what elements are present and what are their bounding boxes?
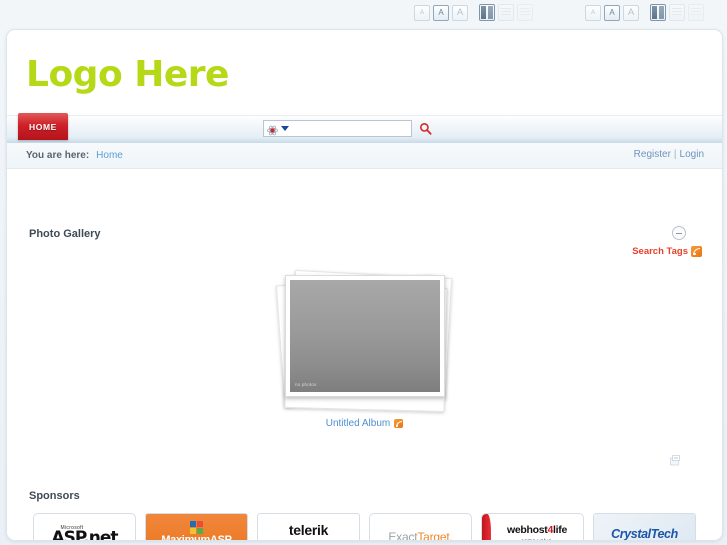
text-size-medium-label: A bbox=[438, 7, 444, 17]
sponsor-maximumasp[interactable]: MaximumASP smart hosting. smart choice. bbox=[145, 513, 248, 541]
crystaltech-logo: CrystalTech DotNetNuke Hosting bbox=[594, 514, 695, 542]
webhost4life-accent-bar bbox=[482, 514, 491, 540]
search-tags-label: Search Tags bbox=[632, 246, 688, 257]
search-icon[interactable] bbox=[419, 122, 432, 135]
sponsors-title: Sponsors bbox=[29, 490, 80, 502]
search-area bbox=[263, 120, 432, 137]
maximumasp-mark-icon bbox=[190, 521, 203, 535]
album-title-row: Untitled Album bbox=[326, 418, 404, 429]
sponsor-aspnet[interactable]: Microsoft ASP.net bbox=[33, 513, 136, 541]
breadcrumb-item-home[interactable]: Home bbox=[96, 150, 123, 161]
print-page-icon[interactable] bbox=[670, 453, 682, 466]
sponsor-webhost4life[interactable]: webhost4life same value, much better pri… bbox=[481, 513, 584, 540]
album-cover-frame[interactable]: no photos bbox=[285, 275, 445, 397]
text-size-small-button[interactable]: A bbox=[414, 4, 430, 21]
text-size-medium-button-2[interactable]: A bbox=[604, 4, 620, 21]
rss-feed-icon[interactable] bbox=[691, 246, 702, 257]
search-box[interactable] bbox=[263, 120, 412, 137]
breadcrumb-bar: You are here: Home Register | Login bbox=[7, 143, 722, 169]
sponsor-exacttarget[interactable]: ExactTarget. bbox=[369, 513, 472, 541]
page-root: A A A A A A Logo Here HOME You are here:… bbox=[0, 0, 727, 545]
webhost4life-text: webhost4life same value, much better pri… bbox=[491, 520, 583, 540]
crystaltech-label: CrystalTech bbox=[611, 526, 678, 541]
main-navigation-bar: HOME bbox=[7, 113, 722, 145]
text-size-medium-button[interactable]: A bbox=[433, 4, 449, 21]
text-size-large-label-2: A bbox=[627, 6, 635, 18]
maximumasp-logo: MaximumASP smart hosting. smart choice. bbox=[146, 514, 247, 541]
text-size-small-label: A bbox=[419, 9, 424, 16]
nav-item-home[interactable]: HOME bbox=[18, 113, 68, 140]
sponsors-grid: Microsoft ASP.net MaximumASP smart hosti… bbox=[33, 513, 705, 542]
text-size-small-label-2: A bbox=[590, 9, 595, 16]
login-link[interactable]: Login bbox=[680, 149, 704, 160]
layout-width-full-button[interactable] bbox=[517, 4, 533, 21]
text-size-large-button[interactable]: A bbox=[452, 4, 468, 21]
aspnet-label: ASP.net bbox=[51, 528, 119, 541]
layout-width-wide-button-2[interactable] bbox=[669, 4, 685, 21]
webhost4life-label-c: life bbox=[553, 524, 568, 537]
account-separator: | bbox=[673, 149, 677, 160]
telerik-rule bbox=[279, 540, 337, 541]
album-rss-feed-icon[interactable] bbox=[394, 419, 404, 428]
collapse-minus-icon[interactable] bbox=[672, 226, 686, 240]
crystaltech-sublabel: DotNetNuke Hosting bbox=[618, 541, 672, 542]
layout-width-fixed-button[interactable] bbox=[479, 4, 495, 21]
webhost4life-sublabel-1: same value, bbox=[491, 539, 583, 540]
text-size-medium-label-2: A bbox=[609, 7, 615, 17]
layout-width-fixed-button-2[interactable] bbox=[650, 4, 666, 21]
exacttarget-label-b: Target. bbox=[417, 529, 453, 541]
album-title-link[interactable]: Untitled Album bbox=[326, 418, 390, 429]
exacttarget-logo: ExactTarget. bbox=[388, 529, 453, 541]
sponsor-crystaltech[interactable]: CrystalTech DotNetNuke Hosting bbox=[593, 513, 696, 542]
sponsor-telerik[interactable]: telerik deliver more than expected bbox=[257, 513, 360, 541]
chevron-down-icon[interactable] bbox=[281, 126, 289, 131]
search-tags-link[interactable]: Search Tags bbox=[632, 246, 702, 257]
album-cover-image: no photos bbox=[290, 280, 440, 392]
top-control-bar: A A A A A A bbox=[0, 0, 727, 25]
search-input[interactable] bbox=[289, 122, 412, 135]
dnn-site-icon[interactable] bbox=[267, 123, 278, 136]
telerik-logo: telerik deliver more than expected bbox=[275, 522, 341, 541]
site-inner: Logo Here HOME You are here: Home Regist… bbox=[7, 30, 722, 540]
breadcrumb-prefix: You are here: bbox=[26, 150, 90, 161]
account-links: Register | Login bbox=[634, 149, 704, 160]
text-size-large-button-2[interactable]: A bbox=[623, 4, 639, 21]
album-thumbnail-stack[interactable]: no photos bbox=[272, 269, 457, 413]
register-link[interactable]: Register bbox=[634, 149, 671, 160]
webhost4life-logo: webhost4life same value, much better pri… bbox=[482, 514, 583, 540]
collapse-dash bbox=[676, 232, 682, 234]
album-list: no photos Untitled Album bbox=[7, 269, 722, 429]
layout-width-full-button-2[interactable] bbox=[688, 4, 704, 21]
webhost4life-label-a: webhost bbox=[506, 524, 548, 537]
exacttarget-label-a: Exact bbox=[388, 529, 418, 541]
control-group-left: A A A bbox=[414, 4, 533, 21]
text-size-small-button-2[interactable]: A bbox=[585, 4, 601, 21]
text-size-large-label: A bbox=[456, 6, 464, 18]
site-container: Logo Here HOME You are here: Home Regist… bbox=[6, 29, 723, 541]
module-title: Photo Gallery bbox=[29, 228, 101, 240]
aspnet-logo: Microsoft ASP.net bbox=[51, 526, 119, 541]
telerik-label: telerik bbox=[288, 522, 329, 539]
maximumasp-label: MaximumASP bbox=[161, 534, 232, 541]
control-group-right: A A A bbox=[585, 4, 704, 21]
site-logo[interactable]: Logo Here bbox=[26, 54, 229, 95]
no-photos-label: no photos bbox=[295, 382, 317, 387]
layout-width-wide-button[interactable] bbox=[498, 4, 514, 21]
